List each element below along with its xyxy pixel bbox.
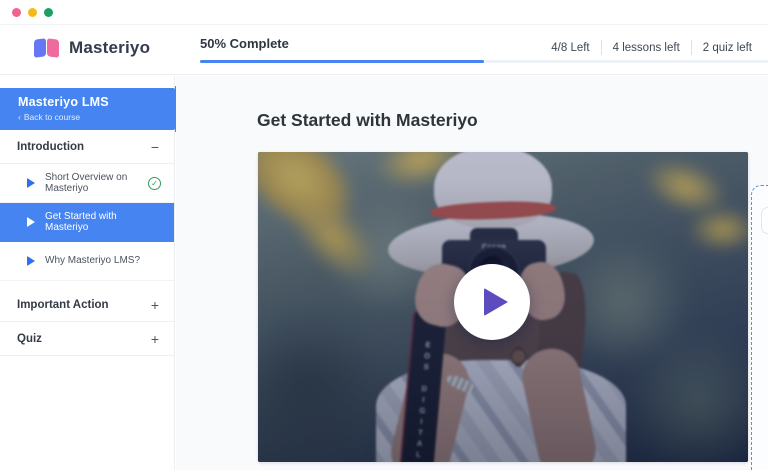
- curriculum-sidebar: Masteriyo LMS ‹ Back to course ✕ Introdu…: [0, 76, 175, 470]
- play-icon: [484, 288, 508, 316]
- lesson-video-player[interactable]: EOS DIGITAL Canon: [258, 152, 748, 462]
- expand-icon[interactable]: +: [151, 332, 159, 346]
- lesson-label: Why Masteriyo LMS?: [45, 255, 161, 267]
- section-label: Important Action: [17, 299, 109, 311]
- stat-lessons-left: 4 lessons left: [602, 42, 691, 54]
- next-page-preview-panel: [751, 185, 768, 470]
- window-zoom-icon[interactable]: [44, 8, 53, 17]
- stat-items-left: 4/8 Left: [540, 42, 600, 54]
- expand-icon[interactable]: +: [151, 298, 159, 312]
- stat-quiz-left: 2 quiz left: [692, 42, 763, 54]
- back-to-course-label: Back to course: [24, 112, 80, 122]
- lesson-item-get-started[interactable]: Get Started with Masteriyo: [0, 203, 174, 242]
- app-window: Masteriyo 50% Complete 4/8 Left 4 lesson…: [0, 0, 768, 470]
- play-icon: [27, 256, 35, 266]
- lesson-content: Get Started with Masteriyo: [176, 76, 768, 470]
- back-to-course-link[interactable]: ‹ Back to course: [18, 112, 175, 122]
- sidebar-title: Masteriyo LMS: [18, 95, 175, 109]
- lesson-item-why-masteriyo[interactable]: Why Masteriyo LMS?: [0, 242, 174, 281]
- lesson-label: Get Started with Masteriyo: [45, 211, 161, 234]
- play-icon: [27, 178, 35, 188]
- section-label: Introduction: [17, 141, 84, 153]
- lesson-item-short-overview[interactable]: Short Overview on Masteriyo ✓: [0, 164, 174, 203]
- collapse-icon[interactable]: −: [151, 140, 159, 154]
- section-introduction[interactable]: Introduction −: [0, 130, 174, 164]
- play-icon: [27, 217, 35, 227]
- brand[interactable]: Masteriyo: [34, 37, 150, 59]
- sidebar-header: Masteriyo LMS ‹ Back to course: [0, 88, 175, 130]
- section-label: Quiz: [17, 333, 42, 345]
- chevron-left-icon: ‹: [18, 112, 21, 122]
- window-minimize-icon[interactable]: [28, 8, 37, 17]
- masteriyo-logo-icon: [34, 37, 60, 59]
- completed-check-icon: ✓: [148, 177, 161, 190]
- curriculum-list: Introduction − Short Overview on Masteri…: [0, 130, 174, 356]
- window-titlebar: [0, 0, 768, 25]
- lesson-title: Get Started with Masteriyo: [257, 110, 478, 131]
- video-play-button[interactable]: [454, 264, 530, 340]
- course-header: Masteriyo 50% Complete 4/8 Left 4 lesson…: [0, 26, 768, 75]
- progress-fill: [200, 60, 484, 63]
- section-quiz[interactable]: Quiz +: [0, 322, 174, 356]
- lesson-label: Short Overview on Masteriyo: [45, 172, 138, 195]
- brand-name: Masteriyo: [69, 38, 150, 58]
- course-stats: 4/8 Left 4 lessons left 2 quiz left: [540, 40, 763, 55]
- progress-track: [200, 60, 768, 63]
- section-important-action[interactable]: Important Action +: [0, 288, 174, 322]
- window-close-icon[interactable]: [12, 8, 21, 17]
- preview-card: [761, 207, 768, 234]
